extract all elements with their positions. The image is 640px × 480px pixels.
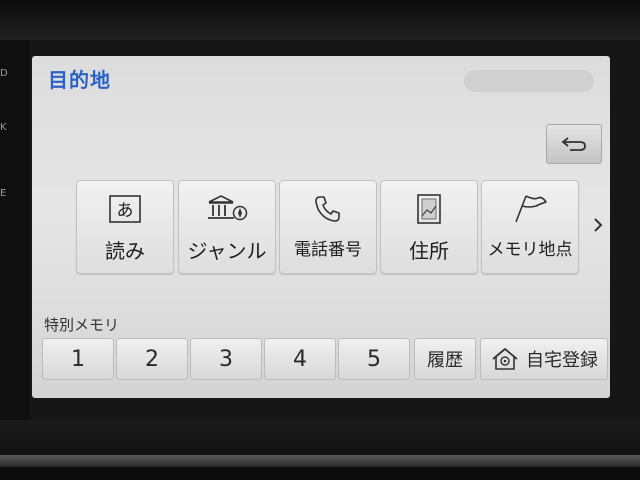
bezel-mark: E [0, 188, 7, 199]
bezel-left: D K E [0, 40, 30, 420]
bezel-mark: D [0, 68, 8, 79]
genre-building-icon [208, 195, 248, 221]
memory-slot-number: 5 [367, 346, 381, 372]
tile-label: 電話番号 [294, 240, 362, 260]
back-arrow-icon [561, 137, 586, 151]
search-by-genre-button[interactable]: ジャンル [178, 180, 276, 274]
tile-label: ジャンル [187, 239, 267, 263]
bezel-bottom [0, 420, 640, 480]
search-by-address-button[interactable]: 住所 [380, 180, 478, 274]
memory-slot-1-button[interactable]: 1 [42, 338, 114, 380]
memory-slot-2-button[interactable]: 2 [116, 338, 188, 380]
home-icon [492, 348, 518, 370]
register-home-label: 自宅登録 [526, 350, 598, 371]
history-button[interactable]: 履歴 [414, 338, 476, 380]
memory-slot-number: 2 [145, 346, 159, 372]
kana-char: あ [117, 201, 134, 221]
history-label: 履歴 [427, 350, 463, 371]
address-map-icon [417, 194, 441, 224]
memory-slot-3-button[interactable]: 3 [190, 338, 262, 380]
tile-label: 住所 [409, 239, 449, 263]
phone-icon [315, 196, 340, 222]
bezel-strip [0, 455, 640, 467]
memory-slot-4-button[interactable]: 4 [264, 338, 336, 380]
bezel-top [0, 0, 640, 40]
search-by-reading-button[interactable]: あ 読み [76, 180, 174, 274]
memory-slot-5-button[interactable]: 5 [338, 338, 410, 380]
title-bar-pill [464, 70, 594, 92]
bezel-mark: K [0, 122, 7, 133]
kana-a-icon: あ [109, 195, 141, 223]
next-page-button[interactable] [588, 210, 608, 240]
search-by-memory-point-button[interactable]: メモリ地点 [481, 180, 579, 274]
flag-icon [515, 195, 547, 223]
back-button[interactable] [546, 124, 602, 164]
register-home-button[interactable]: 自宅登録 [480, 338, 608, 380]
tile-label: 読み [105, 239, 145, 263]
special-memory-label: 特別メモリ [44, 316, 120, 334]
memory-slot-number: 1 [71, 346, 85, 372]
tile-label: メモリ地点 [487, 240, 573, 260]
memory-slot-number: 4 [293, 346, 307, 372]
destination-screen: 目的地 あ 読み ジャンル 電話番号 住所 メモリ地点 特別メモリ 1 2 3 … [32, 56, 610, 398]
search-by-phone-button[interactable]: 電話番号 [279, 180, 377, 274]
memory-slot-number: 3 [219, 346, 233, 372]
chevron-right-icon [594, 218, 603, 232]
page-title: 目的地 [48, 68, 111, 92]
